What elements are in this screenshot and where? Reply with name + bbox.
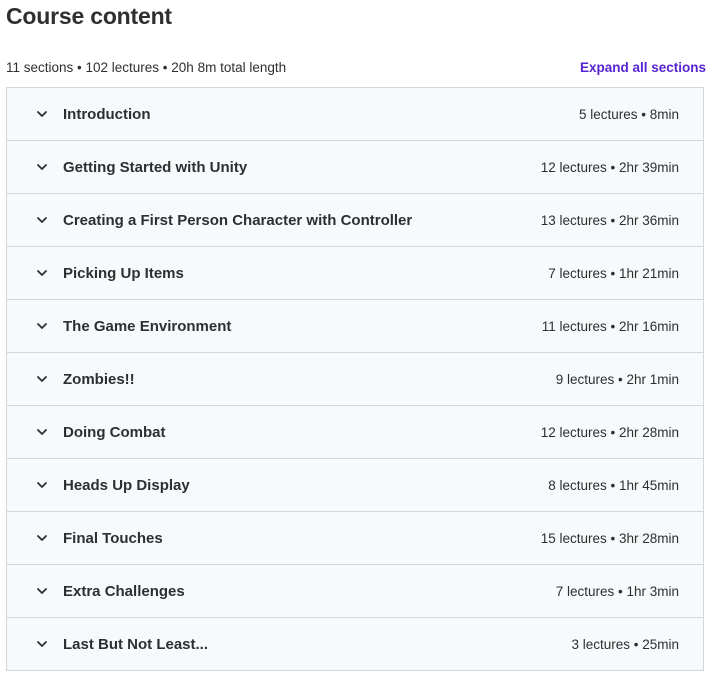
chevron-down-icon xyxy=(33,529,51,547)
section-title: Introduction xyxy=(63,105,151,123)
section-meta: 13 lectures • 2hr 36min xyxy=(540,212,679,228)
section-row-picking-up-items[interactable]: Picking Up Items 7 lectures • 1hr 21min xyxy=(7,247,703,300)
section-row-first-person-character[interactable]: Creating a First Person Character with C… xyxy=(7,194,703,247)
section-row-extra-challenges[interactable]: Extra Challenges 7 lectures • 1hr 3min xyxy=(7,565,703,618)
chevron-down-icon xyxy=(33,582,51,600)
section-meta: 9 lectures • 2hr 1min xyxy=(555,371,679,387)
section-meta: 12 lectures • 2hr 39min xyxy=(540,159,679,175)
section-row-heads-up-display[interactable]: Heads Up Display 8 lectures • 1hr 45min xyxy=(7,459,703,512)
chevron-down-icon xyxy=(33,211,51,229)
section-meta: 7 lectures • 1hr 21min xyxy=(548,265,679,281)
section-row-game-environment[interactable]: The Game Environment 11 lectures • 2hr 1… xyxy=(7,300,703,353)
section-title: Extra Challenges xyxy=(63,582,185,600)
section-row-introduction[interactable]: Introduction 5 lectures • 8min xyxy=(7,88,703,141)
section-row-final-touches[interactable]: Final Touches 15 lectures • 3hr 28min xyxy=(7,512,703,565)
section-row-zombies[interactable]: Zombies!! 9 lectures • 2hr 1min xyxy=(7,353,703,406)
section-title: Zombies!! xyxy=(63,370,135,388)
section-row-getting-started-with-unity[interactable]: Getting Started with Unity 12 lectures •… xyxy=(7,141,703,194)
section-list: Introduction 5 lectures • 8min Getting S… xyxy=(6,87,704,671)
chevron-down-icon xyxy=(33,423,51,441)
page-title: Course content xyxy=(6,3,172,29)
section-title: Last But Not Least... xyxy=(63,635,209,653)
section-row-doing-combat[interactable]: Doing Combat 12 lectures • 2hr 28min xyxy=(7,406,703,459)
section-meta: 12 lectures • 2hr 28min xyxy=(540,424,679,440)
section-meta: 3 lectures • 25min xyxy=(571,636,679,652)
section-meta: 7 lectures • 1hr 3min xyxy=(555,583,679,599)
section-title: Doing Combat xyxy=(63,423,166,441)
chevron-down-icon xyxy=(33,105,51,123)
section-meta: 15 lectures • 3hr 28min xyxy=(540,530,679,546)
section-title: Picking Up Items xyxy=(63,264,184,282)
section-row-last-but-not-least[interactable]: Last But Not Least... 3 lectures • 25min xyxy=(7,618,703,670)
chevron-down-icon xyxy=(33,317,51,335)
chevron-down-icon xyxy=(33,476,51,494)
expand-all-sections-button[interactable]: Expand all sections xyxy=(580,60,706,75)
course-summary: 11 sections • 102 lectures • 20h 8m tota… xyxy=(6,59,287,75)
chevron-down-icon xyxy=(33,158,51,176)
section-title: Heads Up Display xyxy=(63,476,190,494)
chevron-down-icon xyxy=(33,370,51,388)
chevron-down-icon xyxy=(33,264,51,282)
section-title: Creating a First Person Character with C… xyxy=(63,211,413,229)
section-meta: 5 lectures • 8min xyxy=(578,106,679,122)
section-title: The Game Environment xyxy=(63,317,232,335)
course-summary-row: 11 sections • 102 lectures • 20h 8m tota… xyxy=(6,57,706,77)
section-meta: 11 lectures • 2hr 16min xyxy=(541,318,679,334)
section-meta: 8 lectures • 1hr 45min xyxy=(548,477,679,493)
section-title: Final Touches xyxy=(63,529,163,547)
chevron-down-icon xyxy=(33,635,51,653)
section-title: Getting Started with Unity xyxy=(63,158,248,176)
